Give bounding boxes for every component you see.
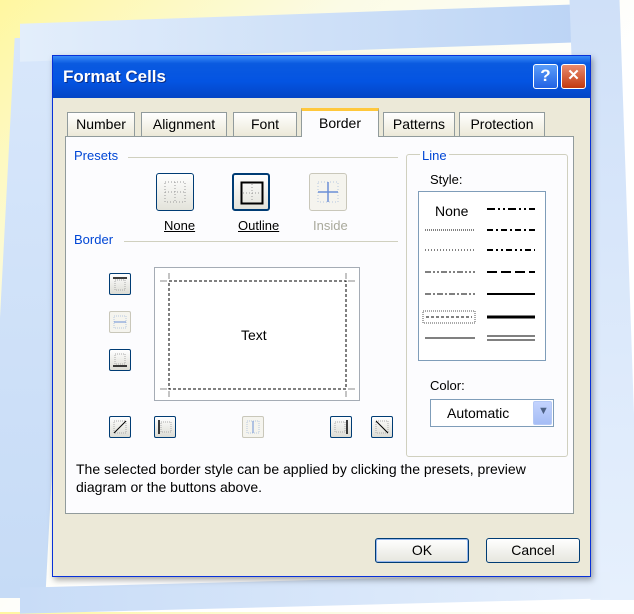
- border-preview[interactable]: Text: [154, 267, 360, 401]
- border-left-icon: [158, 420, 172, 434]
- background-decoration: [20, 4, 580, 62]
- tab-number[interactable]: Number: [67, 112, 135, 136]
- divider: [124, 241, 398, 242]
- preset-inside-label: Inside: [313, 218, 348, 233]
- line-heading: Line: [420, 148, 449, 163]
- border-diagonal-down-button[interactable]: [371, 416, 393, 438]
- background-decoration: [20, 572, 610, 614]
- tab-protection[interactable]: Protection: [459, 112, 545, 136]
- preset-outline-icon: [240, 181, 264, 205]
- preset-outline-button[interactable]: [232, 173, 270, 211]
- border-top-button[interactable]: [109, 273, 131, 295]
- border-inside-vertical-button[interactable]: [242, 416, 264, 438]
- close-button[interactable]: ✕: [561, 64, 586, 89]
- ok-button[interactable]: OK: [375, 538, 469, 563]
- presets-heading: Presets: [74, 148, 119, 163]
- border-tab-panel: Presets None Outline Inside Border Text …: [65, 136, 574, 514]
- border-top-icon: [113, 277, 127, 291]
- border-bottom-icon: [113, 353, 127, 367]
- preset-outline-label: Outline: [238, 218, 280, 233]
- border-diagonal-up-button[interactable]: [109, 416, 131, 438]
- border-bottom-button[interactable]: [109, 349, 131, 371]
- close-icon: ✕: [567, 67, 580, 84]
- format-cells-dialog: Format Cells ? ✕ Number Alignment Font B…: [52, 55, 591, 577]
- preset-inside-button[interactable]: [309, 173, 347, 211]
- help-icon: ?: [540, 66, 551, 85]
- border-inside-horizontal-icon: [113, 315, 127, 329]
- border-left-button[interactable]: [154, 416, 176, 438]
- border-right-icon: [334, 420, 348, 434]
- preset-none-label: None: [164, 218, 196, 233]
- border-inside-vertical-icon: [246, 420, 260, 434]
- cancel-button[interactable]: Cancel: [486, 538, 580, 563]
- tab-border[interactable]: Border: [301, 108, 379, 137]
- help-text: The selected border style can be applied…: [76, 461, 526, 495]
- style-label: Style:: [430, 172, 463, 187]
- diagonal-down-icon: [375, 420, 389, 434]
- tab-alignment[interactable]: Alignment: [141, 112, 227, 136]
- help-button[interactable]: ?: [533, 64, 558, 89]
- border-heading: Border: [74, 232, 114, 247]
- line-style-list[interactable]: None: [418, 191, 546, 361]
- tab-patterns[interactable]: Patterns: [383, 112, 455, 136]
- color-value: Automatic: [447, 405, 510, 421]
- border-right-button[interactable]: [330, 416, 352, 438]
- chevron-down-icon: ▼: [538, 405, 549, 417]
- preview-text: Text: [241, 327, 267, 343]
- diagonal-up-icon: [113, 420, 127, 434]
- preset-none-button[interactable]: [156, 173, 194, 211]
- dialog-title: Format Cells: [63, 67, 166, 86]
- divider: [128, 157, 398, 158]
- preset-none-icon: [164, 181, 186, 203]
- color-dropdown[interactable]: Automatic ▼: [430, 399, 554, 427]
- line-style-none[interactable]: None: [435, 203, 468, 219]
- title-bar[interactable]: Format Cells ? ✕: [53, 56, 590, 98]
- color-dropdown-arrow[interactable]: ▼: [533, 401, 552, 425]
- border-inside-horizontal-button[interactable]: [109, 311, 131, 333]
- tab-font[interactable]: Font: [233, 112, 297, 136]
- color-label: Color:: [430, 378, 465, 393]
- preset-inside-icon: [317, 181, 339, 203]
